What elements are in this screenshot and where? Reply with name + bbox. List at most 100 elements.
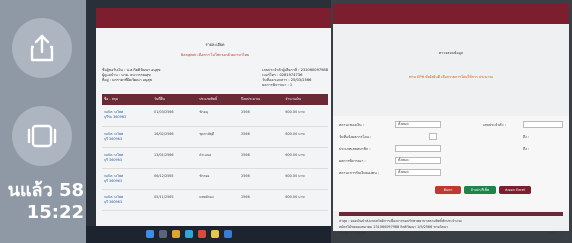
receive-status-select[interactable]: ทั้งหมด [395, 169, 441, 176]
cell-name: กอบิต วงไพศ บุรีรัม 360963 [102, 105, 153, 127]
info-key: วันที่ออกเอกสาร : [262, 78, 290, 82]
cell-year: 2566 [239, 105, 284, 127]
info-key: ผู้ดูแลบ้าน : [102, 73, 121, 77]
cell-amount: 600.00 บาท [283, 189, 328, 211]
cell-date: 01/03/2566 [152, 105, 198, 127]
cell-year: 2566 [239, 147, 284, 169]
cell-name: กอบิต วงไพศ บุรี 360963 [102, 168, 153, 190]
windows-taskbar [86, 226, 331, 243]
warning-text: ท่าน EPH ยังยังยินดี เลือกรายการโดยใช้กา… [409, 75, 493, 79]
files-icon[interactable] [211, 230, 219, 238]
results-area: ล่าสุด : ยอดเงินนำส่งงวดสวัสดิการเนื่องจ… [333, 212, 569, 236]
status-select[interactable]: ทั้งหมด [395, 121, 441, 128]
cell-type: ดำเนนล [197, 147, 240, 169]
cell-amount: 600.00 บาท [283, 168, 328, 190]
rounded-square-icon [27, 124, 57, 148]
member-type-select[interactable] [395, 145, 441, 152]
table-header-row: ชื่อ - สกุล วันที่ยื่น ประเภทสิทธิ์ ปีงบ… [102, 94, 328, 105]
monitor-screen-1: รายละเอียด Bangkok เลือกกก ไม่ใช่กรอกด้ว… [96, 8, 331, 226]
info-value: น.ส.กิตติวัฒนา อนุสุข [126, 68, 161, 72]
cell-type: ชุดกาห์ยุดี [197, 126, 240, 148]
cell-year: 2566 [239, 189, 284, 211]
share-button[interactable] [12, 18, 72, 78]
table-row[interactable]: กอบิต วงไพศ บุรี 360963 16/02/2566 ชุดกาห์… [102, 126, 328, 148]
info-value: 1 [289, 83, 293, 87]
id-input[interactable] [523, 121, 563, 128]
table-row[interactable]: กอบิต วงไพศ บุรี 360963 13/01/2566 ดำเนนล 2… [102, 147, 328, 169]
field-label: ประเภทเลขสมาชิก : [339, 147, 371, 151]
browser-icon[interactable] [172, 230, 180, 238]
field-label: เลขประจำตัว : [483, 123, 506, 127]
field-label: สถานะของเงิน : [339, 123, 364, 127]
cell-name: กอบิต วงไพศ บุรี 360963 [102, 147, 153, 169]
filter-form: สถานะของเงิน : ทั้งหมด เลขประจำตัว : วัน… [333, 116, 569, 211]
records-table: ชื่อ - สกุล วันที่ยื่น ประเภทสิทธิ์ ปีงบ… [102, 94, 328, 211]
cell-amount: 600.00 บาท [283, 147, 328, 169]
cell-year: 2566 [239, 126, 284, 148]
info-key: เลขประจำตัวผู้เสียภาษี : [262, 68, 300, 72]
cell-date: 13/01/2566 [152, 147, 198, 169]
pagination-info: รวม 1 - 1 [548, 231, 563, 235]
col-year: ปีงบประมาณ [239, 94, 284, 105]
page-size-select[interactable]: Show 10 Entries [339, 230, 366, 236]
search-icon[interactable] [159, 230, 167, 238]
cell-amount: 600.00 บาท [283, 126, 328, 148]
field-label: สถานะการรับเงินของตน : [339, 171, 380, 175]
start-icon[interactable] [146, 230, 154, 238]
cell-date: 16/02/2566 [152, 126, 198, 148]
photo-screen-1[interactable]: รายละเอียด Bangkok เลือกกก ไม่ใช่กรอกด้ว… [86, 0, 331, 243]
cell-type: ชักอนุ [197, 105, 240, 127]
results-header-bar [339, 212, 563, 216]
info-key: ชื่อผู้ขอรับเงิน : [102, 68, 126, 72]
info-value: นาย. ธนาวรรณสุข [121, 73, 151, 77]
app-header-bar [96, 8, 331, 28]
date-picker[interactable] [429, 133, 437, 140]
field-label: ถึง : [523, 135, 530, 139]
edge-icon[interactable] [185, 230, 193, 238]
search-button[interactable]: ค้นหา [435, 186, 461, 194]
cell-date: 06/12/2565 [152, 168, 198, 190]
share-icon [30, 34, 54, 62]
info-value: 231060097988 [300, 68, 328, 72]
export-excel-button[interactable]: ส่งออก Excel [499, 186, 531, 194]
cell-name: กอบิต วงไพศ บุรี 360963 [102, 189, 153, 211]
monitor-screen-2: ตรวจสอบข้อมูล ท่าน EPH ยังยังยินดี เลือก… [333, 4, 569, 235]
info-value: 0281974736 [279, 73, 303, 77]
alert-text: Bangkok เลือกกก ไม่ใช่กรอกด้วยภาษาไทย [180, 53, 250, 57]
cell-name: กอบิต วงไพศ บุรี 360963 [102, 126, 153, 148]
field-label: ผลการพิจารณา : [339, 159, 366, 163]
timestamp-date: นแล้ว 58 [7, 180, 84, 201]
field-label: ถึง : [523, 147, 530, 151]
col-date: วันที่ยื่น [152, 94, 198, 105]
table-row[interactable]: กอบิต วงไพศ บุรี 360963 06/12/2565 ชักกอง 2… [102, 168, 328, 190]
cell-type: ชักกอง [197, 168, 240, 190]
info-key: ที่อยู่ : [102, 78, 111, 82]
page-title: ตรวจสอบข้อมูล [438, 51, 464, 55]
table-row[interactable]: กอบิต วงไพศ บุรีรัม 360963 01/03/2566 ชักอ… [102, 105, 328, 127]
message-timestamp: นแล้ว 58 15:22 [0, 180, 84, 224]
app-header-bar [333, 4, 569, 24]
reset-button[interactable]: ล้างค่า/รีเซ็ต [464, 186, 496, 194]
result-select[interactable]: ทั้งหมด [395, 157, 441, 164]
info-key: เบอร์โทร : [262, 73, 279, 77]
more-options-button[interactable] [12, 106, 72, 166]
mail-icon[interactable] [224, 230, 232, 238]
field-label: วันที่แจ้งผลการโอน : [339, 135, 372, 139]
info-right: เลขประจำตัวผู้เสียภาษี : 231060097988 เบ… [262, 68, 328, 88]
info-left: ชื่อผู้ขอรับเงิน : น.ส.กิตติวัฒนา อนุสุข… [102, 68, 160, 88]
table-row[interactable]: กอบิต วงไพศ บุรี 360963 05/11/2565 แพทย์กอ… [102, 189, 328, 211]
info-key: ผลการพิจารณา : [262, 83, 289, 87]
cell-year: 2566 [239, 168, 284, 190]
cell-type: แพทย์กอง [197, 189, 240, 211]
cell-amount: 600.00 บาท [283, 105, 328, 127]
timestamp-time: 15:22 [26, 202, 84, 223]
col-amount: จำนวนเงิน [283, 94, 328, 105]
cell-date: 05/11/2565 [152, 189, 198, 211]
info-value: มกราคาที่ผิดวัฒนา อนุสุข [112, 78, 153, 82]
col-name: ชื่อ - สกุล [102, 94, 153, 105]
photo-screen-2[interactable]: ตรวจสอบข้อมูล ท่าน EPH ยังยังยินดี เลือก… [331, 0, 572, 243]
page-heading: รายละเอียด [205, 42, 225, 47]
info-value: 25/03/2566 [290, 78, 312, 82]
info-grid: ชื่อผู้ขอรับเงิน : น.ส.กิตติวัฒนา อนุสุข… [102, 68, 328, 88]
chrome-icon[interactable] [198, 230, 206, 238]
